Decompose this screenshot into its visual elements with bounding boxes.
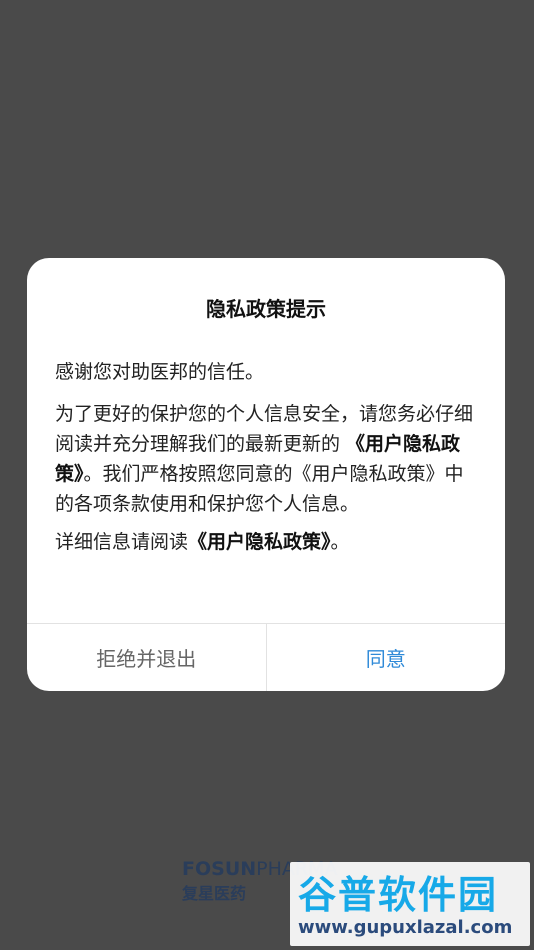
dialog-paragraph-policy: 为了更好的保护您的个人信息安全，请您务必仔细阅读并充分理解我们的最新更新的 《用… [55,399,477,519]
brand-en-bold: FOSUN [182,858,257,880]
dialog-body: 感谢您对助医邦的信任。 为了更好的保护您的个人信息安全，请您务必仔细阅读并充分理… [55,357,477,565]
privacy-policy-link-2[interactable]: 《用户隐私政策》 [188,531,331,553]
agree-button[interactable]: 同意 [267,624,506,691]
dialog-paragraph-details: 详细信息请阅读《用户隐私政策》。 [55,527,477,557]
dialog-actions: 拒绝并退出 同意 [27,623,505,691]
policy-text-part2: 。我们严格按照您同意的《用户隐私政策》中的各项条款使用和保护您个人信息。 [55,463,464,515]
site-watermark: 谷普软件园 www.gupuxlazal.com [290,862,530,946]
reject-and-exit-button[interactable]: 拒绝并退出 [27,624,267,691]
details-text-part2: 。 [330,531,350,553]
privacy-dialog: 隐私政策提示 感谢您对助医邦的信任。 为了更好的保护您的个人信息安全，请您务必仔… [27,258,505,691]
watermark-url: www.gupuxlazal.com [298,917,513,938]
watermark-title: 谷普软件园 [298,873,499,917]
dialog-title: 隐私政策提示 [206,297,326,321]
dialog-paragraph-thanks: 感谢您对助医邦的信任。 [55,361,265,383]
details-text-part1: 详细信息请阅读 [55,531,189,553]
